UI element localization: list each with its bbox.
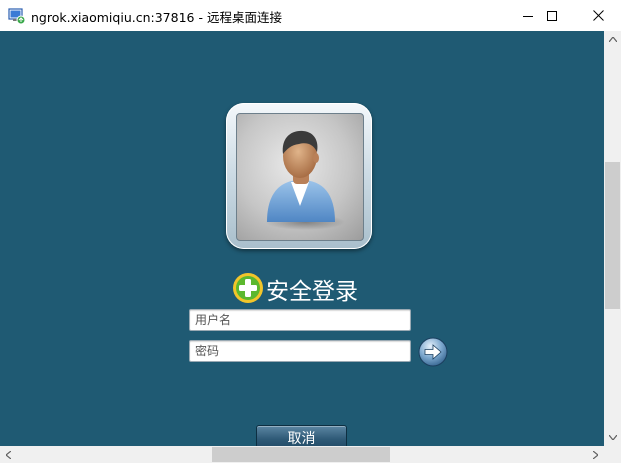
password-input[interactable] bbox=[189, 340, 411, 362]
horizontal-scroll-thumb[interactable] bbox=[212, 447, 390, 462]
remote-session-area[interactable]: 安全登录 取消 bbox=[0, 31, 604, 446]
close-icon bbox=[592, 10, 604, 21]
arrow-right-icon bbox=[418, 337, 448, 367]
chevron-down-icon bbox=[608, 435, 617, 440]
close-button[interactable] bbox=[575, 0, 621, 31]
chevron-left-icon bbox=[6, 450, 11, 459]
maximize-icon bbox=[547, 10, 557, 21]
scroll-left-button[interactable] bbox=[0, 446, 17, 463]
horizontal-scrollbar[interactable] bbox=[0, 446, 604, 463]
window-title: ngrok.xiaomiqiu.cn:37816 - 远程桌面连接 bbox=[31, 10, 282, 25]
cancel-button[interactable]: 取消 bbox=[256, 425, 347, 446]
scroll-down-button[interactable] bbox=[604, 429, 621, 446]
chevron-right-icon bbox=[593, 450, 598, 459]
scrollbar-corner bbox=[604, 446, 621, 463]
login-submit-button[interactable] bbox=[418, 337, 448, 367]
title-bar[interactable]: ngrok.xiaomiqiu.cn:37816 - 远程桌面连接 bbox=[0, 0, 621, 32]
vertical-scrollbar[interactable] bbox=[604, 31, 621, 446]
avatar-frame bbox=[226, 103, 372, 249]
login-title-text: 安全登录 bbox=[266, 279, 358, 305]
360-shield-plus-icon bbox=[232, 272, 264, 304]
vertical-scroll-thumb[interactable] bbox=[605, 162, 620, 309]
scroll-up-button[interactable] bbox=[604, 31, 621, 48]
chevron-up-icon bbox=[608, 37, 617, 42]
remote-desktop-window: ngrok.xiaomiqiu.cn:37816 - 远程桌面连接 安全登录 用… bbox=[0, 0, 621, 463]
maximize-button[interactable] bbox=[529, 0, 575, 31]
avatar bbox=[236, 113, 364, 241]
user-avatar-icon bbox=[265, 130, 345, 230]
login-title: 安全登录 bbox=[232, 271, 392, 305]
username-input[interactable] bbox=[189, 309, 411, 331]
scroll-right-button[interactable] bbox=[587, 446, 604, 463]
remote-desktop-icon bbox=[8, 7, 26, 25]
